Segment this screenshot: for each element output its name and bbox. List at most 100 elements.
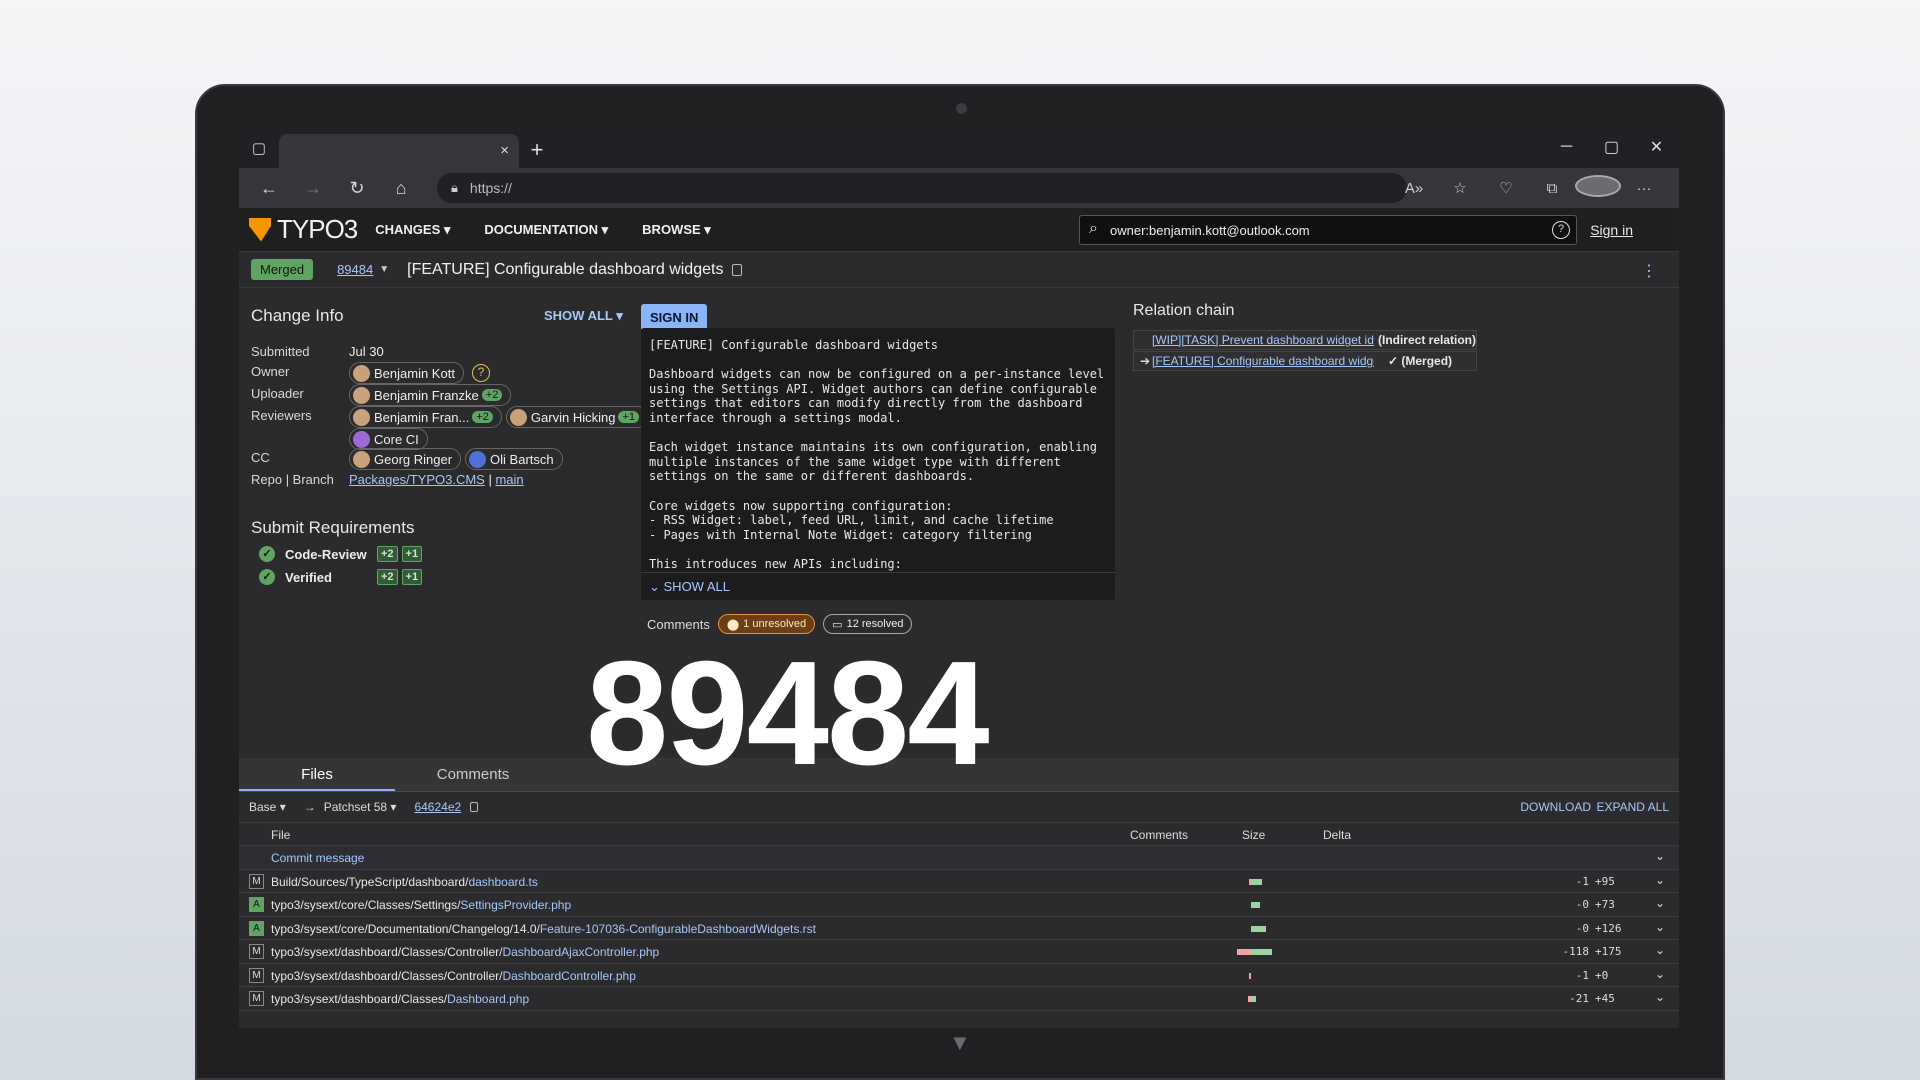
file-list: M Build/Sources/TypeScript/dashboard/dash…: [239, 869, 1679, 1011]
file-path[interactable]: typo3/sysext/dashboard/Classes/Dashboard…: [271, 992, 529, 1006]
reviewer-chip[interactable]: Core CI: [349, 428, 428, 450]
insertions-count: +45: [1595, 992, 1615, 1005]
file-path[interactable]: Build/Sources/TypeScript/dashboard/dashb…: [271, 875, 538, 889]
search-help-icon[interactable]: ?: [1552, 221, 1570, 239]
more-actions-icon[interactable]: ⋮: [1641, 261, 1657, 281]
file-name: Feature-107036-ConfigurableDashboardWidg…: [539, 921, 816, 936]
search-input[interactable]: ⌕ owner:benjamin.kott@outlook.com ?: [1079, 215, 1577, 245]
more-menu-icon[interactable]: ···: [1621, 180, 1667, 197]
uploader-label: Uploader: [251, 386, 304, 401]
chevron-down-icon[interactable]: ⌄: [1655, 967, 1665, 981]
file-dir: typo3/sysext/core/Classes/Settings/: [271, 898, 461, 912]
tab-actions-icon[interactable]: ▢: [239, 128, 279, 168]
chevron-down-icon[interactable]: ⌄: [1655, 849, 1665, 863]
deletions-bar: [1249, 972, 1251, 979]
tab-close-icon[interactable]: ×: [500, 142, 509, 159]
owner-chip[interactable]: Benjamin Kott: [349, 362, 464, 384]
submit-requirements-heading: Submit Requirements: [251, 518, 415, 537]
repo-value: Packages/TYPO3.CMS | main: [349, 472, 524, 487]
back-icon[interactable]: ←: [247, 178, 291, 199]
change-number-link[interactable]: 89484: [337, 262, 373, 277]
chevron-down-icon[interactable]: ⌄: [1655, 990, 1665, 1004]
file-row[interactable]: Mtypo3/sysext/dashboard/Classes/Dashboar…: [239, 987, 1679, 1011]
requirement-verified[interactable]: ✓ Verified +2 +1: [259, 569, 426, 585]
file-dir: typo3/sysext/dashboard/Classes/Controlle…: [271, 968, 503, 983]
reload-icon[interactable]: ↻: [335, 178, 379, 199]
home-icon[interactable]: ⌂: [379, 178, 423, 199]
branch-link[interactable]: main: [495, 472, 523, 487]
commit-sha-link[interactable]: 64624e2: [414, 800, 461, 814]
expand-all-button[interactable]: EXPAND ALL: [1597, 800, 1669, 814]
commit-message-box: [FEATURE] Configurable dashboard widgets…: [641, 328, 1115, 600]
change-info-show-all[interactable]: SHOW ALL ▾: [544, 308, 623, 324]
file-row[interactable]: Atypo3/sysext/core/Documentation/Changel…: [239, 916, 1679, 940]
profile-avatar-icon[interactable]: [1575, 175, 1621, 201]
insertions-count: +126: [1595, 921, 1622, 935]
file-path[interactable]: typo3/sysext/dashboard/Classes/Controlle…: [271, 945, 659, 959]
vote-box: +1: [401, 569, 423, 585]
menu-documentation[interactable]: DOCUMENTATION ▾: [484, 222, 608, 238]
brand-name: TYPO3: [277, 214, 358, 244]
relation-chain-item[interactable]: [WIP][TASK] Prevent dashboard widget ide…: [1133, 330, 1477, 350]
chevron-down-icon[interactable]: ⌄: [1655, 896, 1665, 910]
check-icon: ✓: [259, 546, 275, 562]
chevron-down-icon[interactable]: ⌄: [1655, 920, 1665, 934]
download-button[interactable]: DOWNLOAD: [1520, 800, 1591, 814]
close-window-icon[interactable]: ✕: [1634, 128, 1679, 166]
extensions-icon[interactable]: ⧉: [1529, 180, 1575, 197]
commit-message-row[interactable]: Commit message ⌄: [239, 846, 1679, 870]
sign-in-button[interactable]: SIGN IN: [641, 304, 708, 331]
file-path[interactable]: typo3/sysext/core/Documentation/Changelo…: [271, 922, 816, 936]
file-name: SettingsProvider.php: [460, 898, 572, 912]
browser-essentials-icon[interactable]: ♡: [1483, 179, 1529, 197]
forward-icon[interactable]: →: [291, 178, 335, 199]
help-icon[interactable]: ?: [471, 364, 490, 382]
insertions-count: +175: [1595, 945, 1622, 958]
cc-chip[interactable]: Georg Ringer: [349, 448, 462, 470]
uploader-chip[interactable]: Benjamin Franzke +2: [349, 384, 512, 406]
sign-in-link[interactable]: Sign in: [1590, 222, 1633, 238]
copy-icon[interactable]: [470, 802, 479, 812]
col-size: Size: [1242, 828, 1266, 842]
relation-chain-item[interactable]: ➔ [FEATURE] Configurable dashboard widge…: [1133, 351, 1477, 371]
file-status-badge: A: [249, 897, 264, 912]
file-row[interactable]: M Build/Sources/TypeScript/dashboard/dash…: [239, 869, 1679, 893]
tab-comments[interactable]: Comments: [395, 758, 551, 791]
menu-browse[interactable]: BROWSE ▾: [642, 222, 711, 238]
avatar: [353, 408, 370, 426]
reviewer-chip[interactable]: Benjamin Fran... +2: [349, 406, 502, 428]
patchset-select[interactable]: Patchset 58 ▾: [324, 800, 397, 814]
chevron-down-icon[interactable]: ⌄: [1655, 943, 1665, 957]
file-path[interactable]: typo3/sysext/dashboard/Classes/Controlle…: [271, 969, 636, 983]
commit-message-show-all[interactable]: ⌄ SHOW ALL: [641, 572, 1115, 600]
maximize-icon[interactable]: ▢: [1589, 128, 1634, 166]
browser-tab[interactable]: ×: [279, 134, 519, 168]
file-dir: typo3/sysext/dashboard/Classes/: [271, 992, 448, 1006]
file-path[interactable]: typo3/sysext/core/Classes/Settings/Setti…: [271, 898, 571, 912]
address-bar[interactable]: 🔒︎ https://: [437, 173, 1407, 203]
vote-box: +2: [377, 546, 398, 562]
insertions-bar: [1251, 878, 1263, 885]
typo3-logo[interactable]: TYPO3: [249, 214, 358, 245]
file-row[interactable]: Mtypo3/sysext/dashboard/Classes/Controll…: [239, 940, 1679, 964]
repo-link[interactable]: Packages/TYPO3.CMS: [349, 472, 485, 487]
file-row[interactable]: Mtypo3/sysext/dashboard/Classes/Controll…: [239, 963, 1679, 987]
chevron-down-icon[interactable]: ▼: [379, 264, 389, 275]
chevron-down-icon[interactable]: ⌄: [1655, 873, 1665, 887]
cc-chip[interactable]: Oli Bartsch: [465, 448, 563, 470]
copy-icon[interactable]: [732, 263, 743, 276]
favorites-star-icon[interactable]: ☆: [1437, 179, 1483, 197]
files-toolbar: Base ▾ → Patchset 58 ▾ 64624e2 DOWNLOAD …: [239, 792, 1679, 822]
read-aloud-icon[interactable]: A»: [1391, 180, 1437, 197]
minimize-icon[interactable]: ─: [1544, 128, 1589, 166]
tab-files[interactable]: Files: [239, 758, 395, 791]
laptop-logo-icon: ▼: [949, 1030, 971, 1055]
menu-changes[interactable]: CHANGES ▾: [375, 222, 450, 238]
base-select[interactable]: Base ▾: [249, 800, 286, 814]
file-row[interactable]: Atypo3/sysext/core/Classes/Settings/Sett…: [239, 893, 1679, 917]
owner-value: Benjamin Kott?: [349, 362, 490, 384]
requirement-code-review[interactable]: ✓ Code-Review +2 +1: [259, 546, 426, 562]
avatar: [353, 386, 370, 404]
new-tab-icon[interactable]: +: [519, 132, 555, 168]
reviewer-chip[interactable]: Garvin Hicking +1: [505, 406, 648, 428]
